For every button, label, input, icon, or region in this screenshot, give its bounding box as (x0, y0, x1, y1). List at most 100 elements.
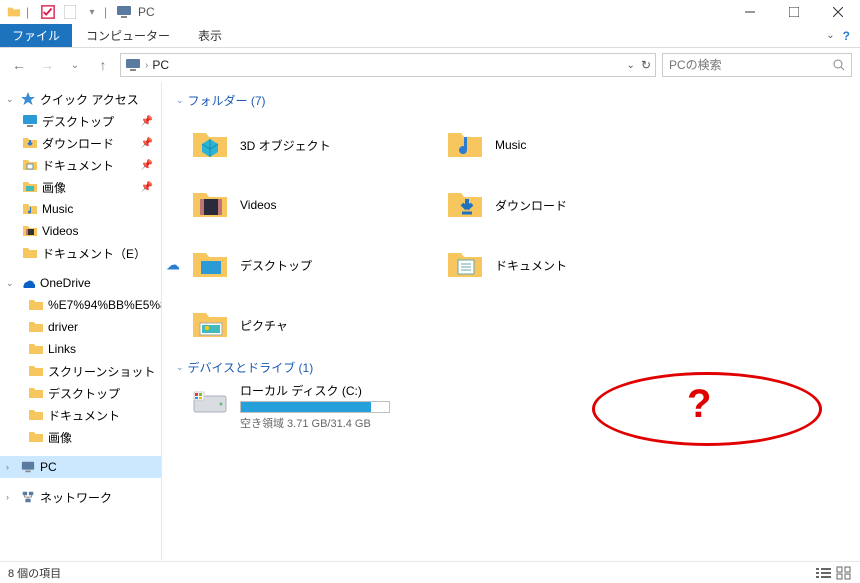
chevron-right-icon[interactable]: › (6, 492, 16, 502)
label: Videos (240, 198, 276, 212)
folder-item[interactable]: Videos (172, 175, 427, 235)
qat-dropdown-icon[interactable]: ▾ (82, 2, 102, 22)
onedrive-icon (20, 275, 36, 291)
search-icon[interactable] (833, 59, 845, 71)
blank-doc-icon[interactable] (60, 2, 80, 22)
label: ドキュメント (42, 157, 114, 174)
video-icon (22, 223, 38, 239)
large-icons-view-icon[interactable] (836, 566, 852, 580)
folders-group-header[interactable]: ⌄ フォルダー (7) (176, 92, 850, 109)
folder-item[interactable]: ダウンロード (427, 175, 682, 235)
pc-icon (125, 57, 141, 73)
chevron-down-icon: ⌄ (176, 362, 184, 373)
folder-icon[interactable] (4, 2, 24, 22)
chevron-down-icon[interactable]: ⌄ (6, 94, 16, 105)
sidebar-item[interactable]: Links (0, 338, 161, 360)
drive-icon (190, 382, 230, 422)
minimize-button[interactable] (728, 0, 772, 24)
sidebar-quick-access[interactable]: ⌄ クイック アクセス (0, 88, 161, 110)
quick-access-toolbar: | ▾ | (4, 2, 132, 22)
sidebar-item[interactable]: ドキュメント 📌 (0, 154, 161, 176)
recent-button[interactable]: ⌄ (64, 54, 86, 76)
tab-view[interactable]: 表示 (184, 24, 236, 47)
search-input[interactable] (669, 58, 833, 72)
folder-item[interactable]: 3D オブジェクト (172, 115, 427, 175)
label: 3D オブジェクト (240, 137, 331, 154)
sidebar-item[interactable]: ドキュメント（E） (0, 242, 161, 264)
sidebar-item[interactable]: 画像📌 (0, 176, 161, 198)
breadcrumb-pc[interactable]: PC (152, 58, 169, 72)
sidebar-item[interactable]: Music (0, 198, 161, 220)
chevron-down-icon[interactable]: ⌄ (6, 278, 16, 289)
qat-sep: | (26, 5, 36, 19)
music-icon (22, 201, 38, 217)
sidebar-item[interactable]: デスクトップ (0, 382, 161, 404)
breadcrumb-sep[interactable]: › (145, 60, 148, 71)
sidebar-network[interactable]: › ネットワーク (0, 486, 161, 508)
label: フォルダー (7) (188, 92, 266, 109)
sidebar-item[interactable]: スクリーンショット (0, 360, 161, 382)
label: Videos (42, 224, 78, 238)
navbar: ← → ⌄ ↑ › PC ⌄ ↻ (0, 48, 860, 82)
refresh-icon[interactable]: ↻ (641, 58, 651, 72)
folders-grid: 3D オブジェクト Videos ☁デスクトップピクチャ Music ダウンロードドキ… (172, 115, 850, 355)
chevron-right-icon[interactable]: › (6, 462, 16, 472)
sidebar-item[interactable]: %E7%94%BB%E5%8 (0, 294, 161, 316)
label: 画像 (48, 429, 72, 446)
sidebar-item[interactable]: Videos (0, 220, 161, 242)
drive-c[interactable]: ローカル ディスク (C:) 空き領域 3.71 GB/31.4 GB (172, 382, 850, 431)
folder-item[interactable]: ☁デスクトップ (172, 235, 427, 295)
label: ドキュメント (48, 407, 120, 424)
folder-item[interactable]: Music (427, 115, 682, 175)
folder-icon (22, 245, 38, 261)
folder-icon (28, 297, 44, 313)
help-icon[interactable]: ? (843, 29, 850, 43)
desktop-icon (190, 245, 230, 285)
search-box[interactable] (662, 53, 852, 77)
qat-sep2: | (104, 5, 114, 19)
label: driver (48, 320, 78, 334)
label: クイック アクセス (40, 91, 139, 108)
sidebar-item[interactable]: ドキュメント (0, 404, 161, 426)
address-bar[interactable]: › PC ⌄ ↻ (120, 53, 656, 77)
titlebar: | ▾ | PC (0, 0, 860, 24)
tab-file[interactable]: ファイル (0, 24, 72, 47)
pin-icon: 📌 (141, 160, 153, 171)
label: ドキュメント (495, 257, 567, 274)
expand-ribbon-icon[interactable]: ⌄ (826, 30, 834, 41)
label: %E7%94%BB%E5%8 (48, 298, 162, 312)
drives-group-header[interactable]: ⌄ デバイスとドライブ (1) (176, 359, 850, 376)
pic-icon (22, 179, 38, 195)
folder-icon (28, 407, 44, 423)
details-view-icon[interactable] (816, 566, 832, 580)
sidebar-item[interactable]: driver (0, 316, 161, 338)
sidebar-item[interactable]: デスクトップ📌 (0, 110, 161, 132)
sidebar: ⌄ クイック アクセス デスクトップ📌ダウンロード📌 ドキュメント 📌 画像📌Musi… (0, 82, 162, 560)
close-button[interactable] (816, 0, 860, 24)
folder-icon (28, 385, 44, 401)
checkbox-icon[interactable] (38, 2, 58, 22)
window-title: PC (138, 5, 155, 19)
forward-button[interactable]: → (36, 54, 58, 76)
folder-item[interactable]: ピクチャ (172, 295, 427, 355)
label: デスクトップ (48, 385, 120, 402)
music-icon (445, 125, 485, 165)
tab-computer[interactable]: コンピューター (72, 24, 184, 47)
drive-free-space: 空き領域 3.71 GB/31.4 GB (240, 415, 390, 431)
label: PC (40, 460, 57, 474)
label: ネットワーク (40, 489, 112, 506)
label: ダウンロード (42, 135, 114, 152)
sidebar-pc[interactable]: › PC (0, 456, 161, 478)
sidebar-item[interactable]: 画像 (0, 426, 161, 448)
maximize-button[interactable] (772, 0, 816, 24)
download-icon (22, 135, 38, 151)
up-button[interactable]: ↑ (92, 54, 114, 76)
sidebar-item[interactable]: ダウンロード📌 (0, 132, 161, 154)
addr-dropdown-icon[interactable]: ⌄ (627, 60, 635, 71)
label: Music (495, 138, 526, 152)
sidebar-onedrive[interactable]: ⌄ OneDrive (0, 272, 161, 294)
label: スクリーンショット (48, 363, 155, 380)
pc-icon (20, 459, 36, 475)
folder-item[interactable]: ドキュメント (427, 235, 682, 295)
back-button[interactable]: ← (8, 54, 30, 76)
